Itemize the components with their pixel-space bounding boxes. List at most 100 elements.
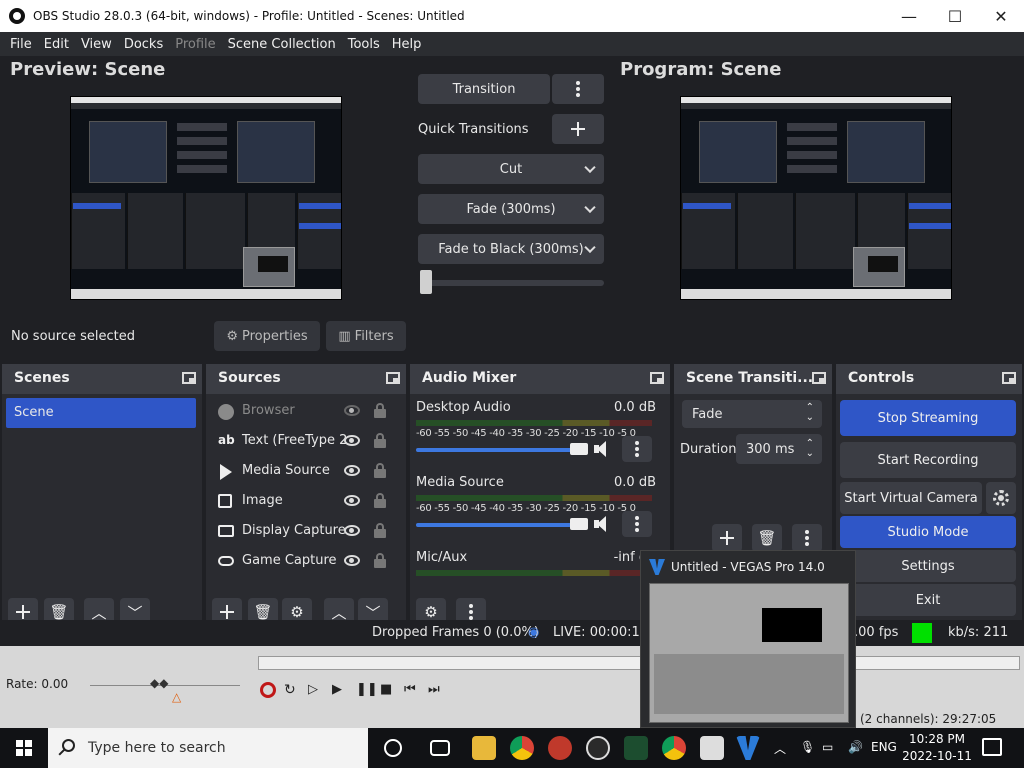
menu-tools[interactable]: Tools — [342, 37, 386, 52]
record-icon[interactable] — [260, 682, 276, 698]
source-item-media[interactable]: Media Source — [216, 459, 398, 485]
undock-icon[interactable] — [1002, 372, 1016, 384]
windows-start-icon[interactable] — [16, 740, 32, 756]
studio-mode-button[interactable]: Studio Mode — [840, 516, 1016, 548]
tray-expand-icon[interactable]: ︿ — [774, 740, 786, 757]
volume-icon[interactable]: 🔊 — [848, 740, 863, 754]
quick-transition-fade-black[interactable]: Fade to Black (300ms) — [418, 234, 604, 264]
eye-icon[interactable] — [344, 495, 360, 506]
virtual-camera-settings-button[interactable] — [986, 482, 1016, 514]
add-transition-button[interactable] — [712, 524, 742, 552]
menu-view[interactable]: View — [75, 37, 118, 52]
channel-menu-button[interactable] — [622, 436, 652, 462]
play-icon[interactable]: ▶ — [332, 682, 348, 698]
network-icon[interactable]: ▭ — [822, 740, 833, 754]
undock-icon[interactable] — [650, 372, 664, 384]
notification-center-icon[interactable] — [982, 738, 1002, 756]
language-indicator[interactable]: ENG — [871, 740, 897, 754]
start-recording-button[interactable]: Start Recording — [840, 442, 1016, 478]
undock-icon[interactable] — [182, 372, 196, 384]
chevron-down-icon[interactable] — [584, 201, 596, 214]
eye-hidden-icon[interactable] — [344, 405, 360, 416]
add-quick-transition-button[interactable] — [552, 114, 604, 144]
lock-icon[interactable] — [374, 493, 386, 508]
volume-fader[interactable] — [416, 448, 584, 452]
chevron-down-icon[interactable] — [584, 241, 596, 254]
microphone-icon[interactable]: 🎙 — [800, 740, 815, 754]
app-icon[interactable] — [548, 736, 572, 760]
menu-profile[interactable]: Profile — [169, 37, 221, 52]
properties-button[interactable]: ⚙ Properties — [214, 321, 320, 351]
stop-streaming-button[interactable]: Stop Streaming — [840, 400, 1016, 436]
start-virtual-camera-button[interactable]: Start Virtual Camera — [840, 482, 982, 514]
eye-icon[interactable] — [344, 435, 360, 446]
lock-icon[interactable] — [374, 463, 386, 478]
menu-edit[interactable]: Edit — [38, 37, 75, 52]
cortana-icon[interactable] — [384, 739, 402, 757]
transition-tbar-handle[interactable] — [420, 270, 432, 294]
lock-icon[interactable] — [374, 403, 386, 418]
volume-fader-handle[interactable] — [570, 518, 588, 530]
popup-window-preview[interactable] — [649, 583, 849, 723]
stop-icon[interactable]: ■ — [380, 682, 396, 698]
source-item-image[interactable]: Image — [216, 489, 398, 515]
source-item-display-capture[interactable]: Display Capture — [216, 519, 398, 545]
obs-taskbar-icon[interactable] — [586, 736, 610, 760]
remove-transition-button[interactable]: 🗑 — [752, 524, 782, 552]
transition-menu-button[interactable] — [792, 524, 822, 552]
undock-icon[interactable] — [386, 372, 400, 384]
menu-file[interactable]: File — [4, 37, 38, 52]
quick-transition-cut[interactable]: Cut — [418, 154, 604, 184]
undock-icon[interactable] — [812, 372, 826, 384]
taskbar-search[interactable]: Type here to search — [48, 728, 368, 768]
lock-icon[interactable] — [374, 433, 386, 448]
source-item-game-capture[interactable]: Game Capture — [216, 549, 398, 575]
volume-fader-handle[interactable] — [570, 443, 588, 455]
transition-tbar-track[interactable] — [420, 280, 604, 286]
pause-icon[interactable]: ❚❚ — [356, 682, 378, 698]
chrome-icon[interactable] — [662, 736, 686, 760]
play-from-start-icon[interactable]: ▷ — [308, 682, 324, 698]
source-item-text[interactable]: ab Text (FreeType 2 — [216, 429, 398, 455]
settings-button[interactable]: Settings — [840, 550, 1016, 582]
go-to-end-icon[interactable]: ⏭ — [428, 682, 444, 698]
eye-icon[interactable] — [344, 525, 360, 536]
vegas-timeline-scrollbar[interactable] — [258, 656, 1020, 670]
vegas-pro-icon[interactable] — [736, 736, 760, 760]
lock-icon[interactable] — [374, 523, 386, 538]
taskbar-thumbnail-popup[interactable]: Untitled - VEGAS Pro 14.0 — [640, 550, 856, 728]
eye-icon[interactable] — [344, 465, 360, 476]
task-view-icon[interactable] — [430, 740, 450, 756]
chevron-down-icon[interactable] — [584, 161, 596, 174]
lock-icon[interactable] — [374, 553, 386, 568]
loop-icon[interactable]: ↻ — [284, 682, 300, 698]
speaker-icon[interactable] — [594, 515, 612, 533]
speaker-icon[interactable] — [594, 440, 612, 458]
rate-handle-icon[interactable]: ◆◆ — [150, 676, 168, 690]
preview-canvas[interactable] — [70, 96, 342, 300]
vegas-deep-icon[interactable] — [624, 736, 648, 760]
transition-button[interactable]: Transition — [418, 74, 550, 104]
file-explorer-icon[interactable] — [472, 736, 496, 760]
seven-zip-icon[interactable] — [700, 736, 724, 760]
scene-list-item[interactable]: Scene — [6, 398, 196, 428]
close-button[interactable]: ✕ — [978, 0, 1024, 32]
menu-scene-collection[interactable]: Scene Collection — [222, 37, 342, 52]
filters-button[interactable]: ▥ Filters — [326, 321, 406, 351]
chrome-icon[interactable] — [510, 736, 534, 760]
updown-icon[interactable]: ⌃ ⌄ — [806, 439, 814, 459]
source-item-browser[interactable]: Browser — [216, 399, 398, 425]
exit-button[interactable]: Exit — [840, 584, 1016, 616]
go-to-start-icon[interactable]: ⏮ — [404, 682, 420, 698]
transition-select[interactable]: Fade ⌃ ⌄ — [682, 400, 822, 428]
eye-icon[interactable] — [344, 555, 360, 566]
menu-docks[interactable]: Docks — [118, 37, 169, 52]
taskbar-clock[interactable]: 10:28 PM 2022-10-11 — [900, 731, 974, 765]
menu-help[interactable]: Help — [386, 37, 428, 52]
maximize-button[interactable]: ☐ — [932, 0, 978, 32]
volume-fader[interactable] — [416, 523, 584, 527]
duration-input[interactable]: 300 ms ⌃ ⌄ — [736, 434, 822, 464]
quick-transition-fade[interactable]: Fade (300ms) — [418, 194, 604, 224]
channel-menu-button[interactable] — [622, 511, 652, 537]
transition-menu-button[interactable] — [552, 74, 604, 104]
